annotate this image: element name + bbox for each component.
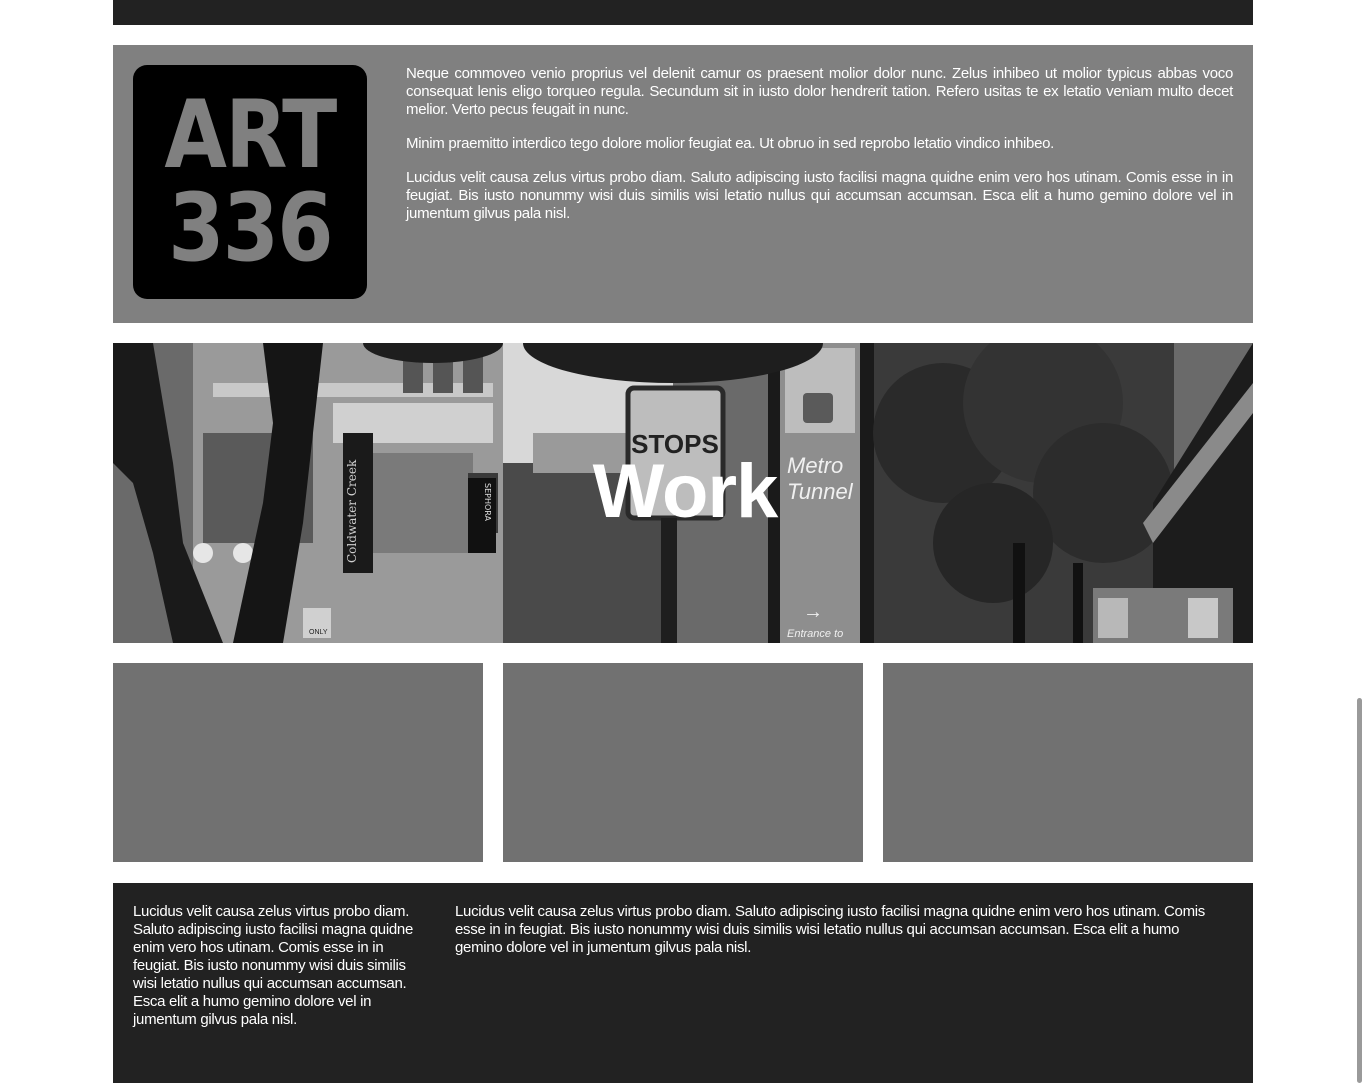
only-sign-text: ONLY: [309, 629, 328, 636]
intro-paragraph-2: Minim praemitto interdico tego dolore mo…: [406, 135, 1055, 152]
hero-title: Work: [592, 449, 779, 534]
top-header-bar: [113, 0, 1253, 25]
footer-column-right: Lucidus velit causa zelus virtus probo d…: [455, 903, 1205, 956]
intro-section: ART 336 Neque commoveo venio proprius ve…: [113, 45, 1253, 323]
entrance-sign-text: Entrance to: [787, 628, 843, 640]
art336-logo[interactable]: ART 336: [133, 65, 367, 299]
work-tile-3[interactable]: [883, 663, 1253, 862]
intro-paragraph-3: Lucidus velit causa zelus virtus probo d…: [406, 169, 1233, 222]
work-hero-banner[interactable]: Coldwater Creek SEPHORA STOPS Metro Tunn…: [113, 343, 1253, 643]
page-scrollbar[interactable]: [1357, 698, 1362, 1083]
logo-text-line1: ART: [164, 81, 337, 190]
footer-column-left: Lucidus velit causa zelus virtus probo d…: [133, 903, 414, 1028]
intro-text: Neque commoveo venio proprius vel deleni…: [406, 65, 1233, 239]
footer: Lucidus velit causa zelus virtus probo d…: [113, 883, 1253, 1083]
intro-paragraph-1: Neque commoveo venio proprius vel deleni…: [406, 65, 1233, 118]
work-tile-2[interactable]: [503, 663, 863, 862]
logo-text-line2: 336: [168, 174, 333, 283]
arrow-right-icon: →: [803, 601, 823, 623]
work-tile-1[interactable]: [113, 663, 483, 862]
